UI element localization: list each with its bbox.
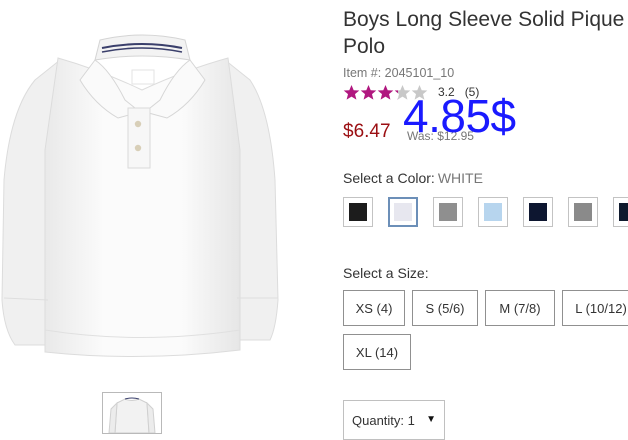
color-chip xyxy=(394,203,412,221)
color-swatch-gray-heather[interactable] xyxy=(568,197,598,227)
color-chip xyxy=(439,203,457,221)
color-chip xyxy=(484,203,502,221)
polo-shirt-thumbnail-image xyxy=(108,397,156,433)
size-option-xl[interactable]: XL (14) xyxy=(343,334,411,370)
quantity-label: Quantity: xyxy=(352,413,405,428)
size-option-s[interactable]: S (5/6) xyxy=(412,290,478,326)
color-chip xyxy=(574,203,592,221)
selected-color-value: WHITE xyxy=(437,170,483,186)
product-title-line2: Polo xyxy=(343,35,386,58)
quantity-value: 1 xyxy=(407,413,415,428)
color-swatch-black[interactable] xyxy=(343,197,373,227)
sale-price: $6.47 xyxy=(343,121,391,142)
color-chip xyxy=(619,203,628,221)
size-option-xs[interactable]: XS (4) xyxy=(343,290,405,326)
product-image xyxy=(0,0,330,380)
star-icon xyxy=(343,84,360,100)
polo-shirt-image xyxy=(1,34,279,358)
color-chip xyxy=(529,203,547,221)
color-selector-label: Select a Color: WHITE xyxy=(343,170,483,186)
size-option-l[interactable]: L (10/12) xyxy=(562,290,628,326)
item-number: Item #: 2045101_10 xyxy=(343,66,455,80)
color-swatch-white[interactable] xyxy=(388,197,418,227)
product-title: Boys Long Sleeve Solid Pique Polo xyxy=(343,6,628,60)
color-swatch-gray[interactable] xyxy=(433,197,463,227)
color-swatch-light-blue[interactable] xyxy=(478,197,508,227)
product-title-line1: Boys Long Sleeve Solid Pique xyxy=(343,8,625,31)
color-label-text: Select a Color: xyxy=(343,170,435,186)
color-swatch-dark-navy[interactable] xyxy=(613,197,628,227)
size-selector-label: Select a Size: xyxy=(343,265,429,281)
star-icon xyxy=(360,84,377,100)
color-chip xyxy=(349,203,367,221)
size-option-m[interactable]: M (7/8) xyxy=(485,290,555,326)
caret-down-icon: ▼ xyxy=(426,414,436,425)
product-thumbnail[interactable] xyxy=(102,392,162,434)
overlay-price-annotation: 4.85$ xyxy=(403,90,516,142)
star-icon xyxy=(377,84,394,100)
color-swatch-navy[interactable] xyxy=(523,197,553,227)
quantity-select[interactable]: Quantity: 1 ▼ xyxy=(343,400,445,440)
color-swatches xyxy=(343,197,628,227)
